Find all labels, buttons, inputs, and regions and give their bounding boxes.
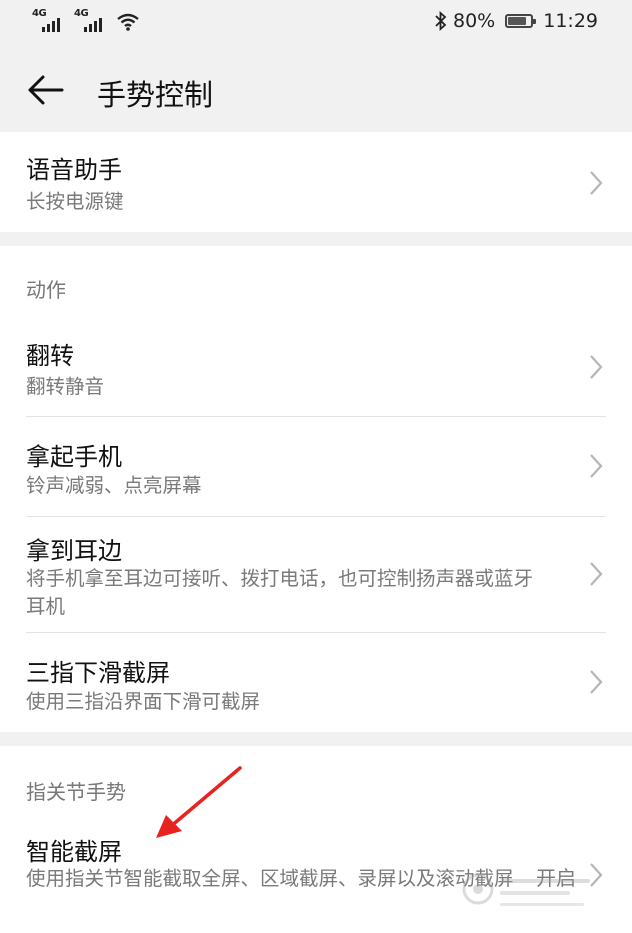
voice-assistant-item[interactable]: 语音助手 长按电源键 (0, 132, 632, 232)
list-item-three-finger-screenshot[interactable]: 三指下滑截屏 使用三指沿界面下滑可截屏 (0, 633, 632, 732)
annotation-arrow-icon (156, 766, 242, 838)
chevron-right-icon (590, 562, 603, 586)
item-title: 拿到耳边 (26, 537, 122, 565)
watermark-logo-icon (462, 873, 590, 906)
clock: 11:29 (543, 10, 598, 32)
item-subtitle: 将手机拿至耳边可接听、拨打电话，也可控制扬声器或蓝牙耳机 (26, 567, 534, 618)
actions-card: 动作 翻转 翻转静音 拿起手机 铃声减弱、点亮屏幕 拿到耳边 将手机拿至耳边可接… (0, 246, 632, 732)
item-subtitle: 使用指关节智能截取全屏、区域截屏、录屏以及滚动截屏 (26, 867, 514, 890)
chevron-right-icon (590, 355, 603, 379)
item-subtitle: 长按电源键 (26, 190, 124, 213)
back-arrow-icon[interactable] (26, 74, 66, 106)
battery-percent: 80% (453, 10, 496, 32)
item-subtitle: 使用三指沿界面下滑可截屏 (26, 690, 261, 713)
status-bar-right: 80% 11:29 (435, 10, 598, 32)
bluetooth-icon (435, 11, 447, 31)
section-label-actions: 动作 (26, 278, 66, 302)
battery-icon (505, 14, 537, 28)
signal-strength-icon: 4G (32, 8, 66, 32)
item-title: 语音助手 (26, 156, 122, 184)
item-subtitle: 铃声减弱、点亮屏幕 (26, 474, 202, 497)
item-title: 智能截屏 (26, 838, 122, 866)
list-item-raise-to-ear[interactable]: 拿到耳边 将手机拿至耳边可接听、拨打电话，也可控制扬声器或蓝牙耳机 (0, 517, 632, 632)
item-title: 拿起手机 (26, 443, 122, 471)
voice-assistant-card: 语音助手 长按电源键 (0, 132, 632, 232)
list-item-flip[interactable]: 翻转 翻转静音 (0, 316, 632, 416)
item-title: 三指下滑截屏 (26, 659, 170, 687)
chevron-right-icon (590, 454, 603, 478)
section-label-knuckle: 指关节手势 (26, 780, 126, 804)
wifi-icon (117, 13, 139, 31)
app-header: 手势控制 (0, 44, 632, 132)
chevron-right-icon (590, 171, 603, 195)
chevron-right-icon (590, 670, 603, 694)
list-item-pick-up[interactable]: 拿起手机 铃声减弱、点亮屏幕 (0, 417, 632, 517)
signal-strength-icon: 4G (74, 8, 108, 32)
page-title: 手势控制 (97, 78, 214, 112)
status-bar: 4G 4G 80% 11:29 (0, 0, 632, 44)
item-title: 翻转 (26, 342, 74, 370)
item-subtitle: 翻转静音 (26, 375, 105, 398)
status-bar-left: 4G 4G (32, 8, 140, 32)
